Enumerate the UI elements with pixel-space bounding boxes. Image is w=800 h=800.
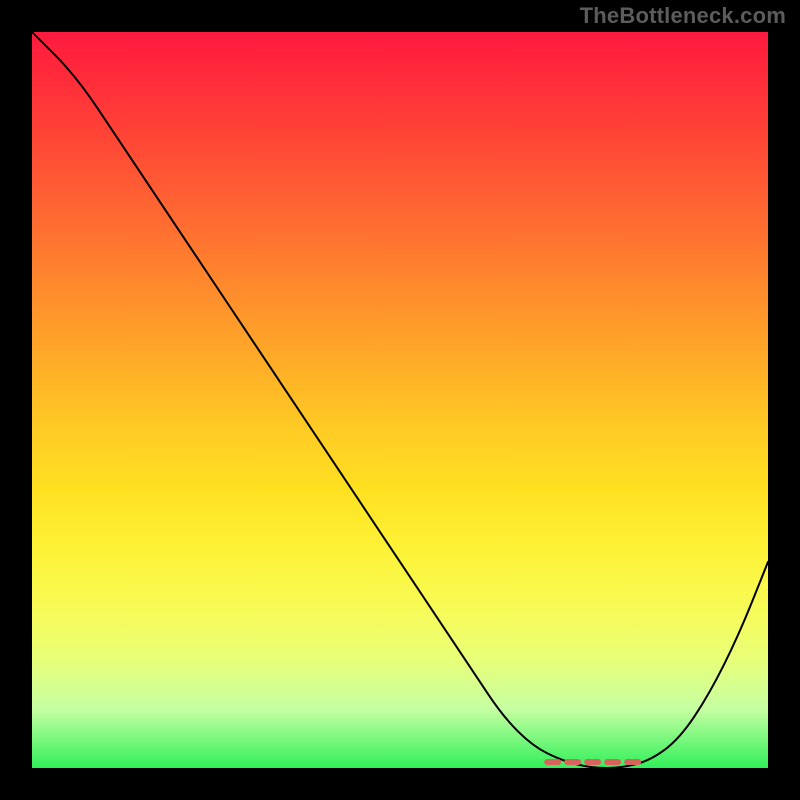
- watermark-text: TheBottleneck.com: [580, 3, 786, 29]
- chart-frame: TheBottleneck.com: [0, 0, 800, 800]
- bottleneck-curve: [32, 32, 768, 768]
- curve-layer: [32, 32, 768, 768]
- plot-area: [32, 32, 768, 768]
